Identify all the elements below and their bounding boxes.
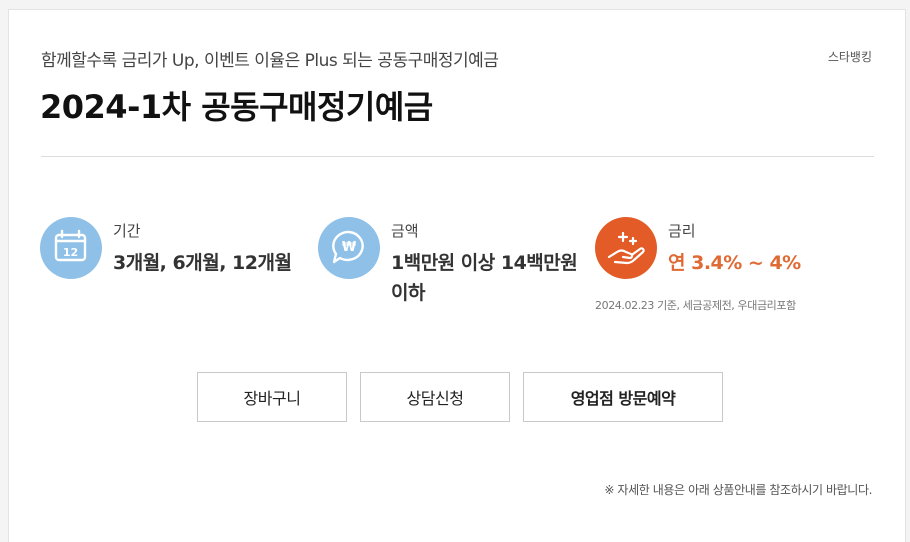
svg-text:12: 12 [63, 246, 78, 259]
cart-button[interactable]: 장바구니 [197, 372, 347, 422]
brand-label: 스타뱅킹 [827, 50, 872, 64]
product-title: 2024-1차 공동구매정기예금 [40, 88, 433, 126]
rate-note: 2024.02.23 기준, 세금공제전, 우대금리포함 [595, 299, 796, 312]
rate-value: 연 3.4% ~ 4% [668, 252, 801, 274]
branch-visit-button[interactable]: 영업점 방문예약 [523, 372, 723, 422]
period-label: 기간 [113, 222, 141, 240]
consult-button[interactable]: 상담신청 [360, 372, 510, 422]
amount-value: 1백만원 이상 14백만원 이하 [391, 252, 578, 304]
product-subtitle: 함께할수록 금리가 Up, 이벤트 이율은 Plus 되는 공동구매정기예금 [41, 51, 499, 71]
product-card: 함께할수록 금리가 Up, 이벤트 이율은 Plus 되는 공동구매정기예금 스… [8, 9, 906, 542]
period-value: 3개월, 6개월, 12개월 [113, 252, 292, 274]
hand-sparkle-icon [595, 217, 657, 279]
calendar-icon: 12 [40, 217, 102, 279]
rate-label: 금리 [668, 222, 696, 240]
won-chat-icon: ₩ [318, 217, 380, 279]
svg-text:₩: ₩ [342, 240, 357, 255]
header-divider [41, 156, 874, 157]
amount-label: 금액 [391, 222, 419, 240]
footnote: ※ 자세한 내용은 아래 상품안내를 참조하시기 바랍니다. [604, 483, 872, 497]
